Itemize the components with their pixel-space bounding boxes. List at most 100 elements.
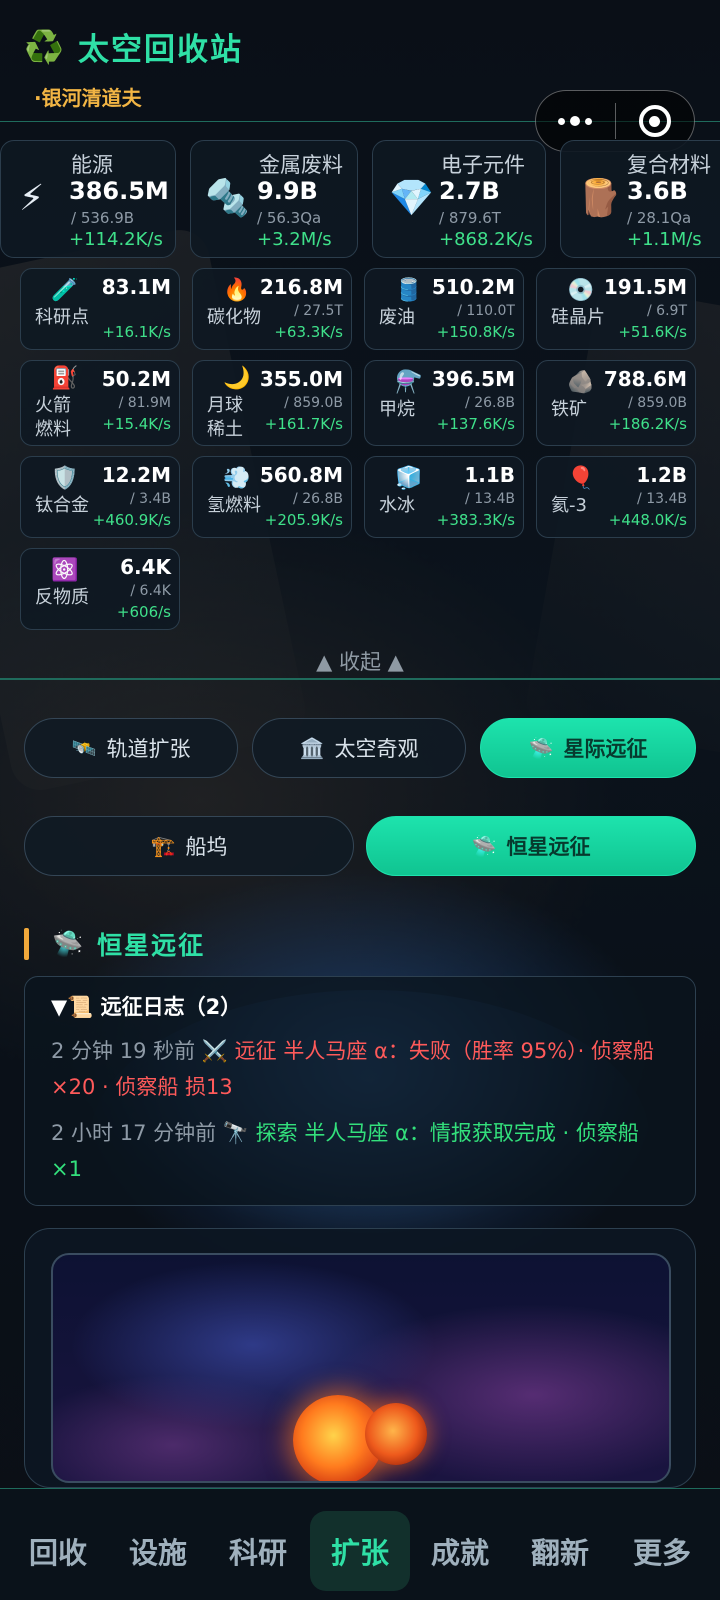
resource-amount: 560.8M	[259, 463, 343, 487]
resource-capacity: / 28.1Qa	[627, 209, 692, 227]
resource-rate: +114.2K/s	[69, 229, 163, 250]
tab-stellar-expedition[interactable]: 🛸 恒星远征	[366, 816, 696, 876]
expedition-stage-panel	[24, 1228, 696, 1488]
resource-rate: +15.4K/s	[102, 415, 171, 433]
resource-card-composite: 🪵 复合材料 3.6B / 28.1Qa +1.1M/s	[560, 140, 720, 258]
tab-interstellar-expedition[interactable]: 🛸 星际远征	[480, 718, 696, 778]
tab-orbit-expansion[interactable]: 🛰️ 轨道扩张	[24, 718, 238, 778]
resource-card-carbide: 🔥 碳化物 216.8M / 27.5T +63.3K/s	[192, 268, 352, 350]
resource-card-energy: ⚡ 能源 386.5M / 536.9B +114.2K/s	[0, 140, 176, 258]
resource-rate: +448.0K/s	[608, 511, 687, 529]
resource-name-line1: 火箭	[35, 395, 71, 416]
resource-amount: 788.6M	[603, 367, 687, 391]
ufo-icon: 🛸	[528, 736, 554, 760]
resource-card-waste-oil: 🛢️ 废油 510.2M / 110.0T +150.8K/s	[364, 268, 524, 350]
nav-more[interactable]: 更多	[612, 1511, 712, 1591]
more-dots-icon	[558, 117, 566, 125]
resource-capacity: / 6.9T	[647, 303, 687, 319]
more-dots-icon-center	[570, 116, 581, 126]
collapse-resources-button[interactable]: ▲ 收起 ▲	[0, 646, 720, 676]
wood-log-icon: 🪵	[577, 178, 622, 219]
balloon-icon: 🎈	[567, 466, 595, 491]
nav-research[interactable]: 科研	[208, 1511, 308, 1591]
resource-amount: 1.1B	[464, 463, 515, 487]
resource-card-methane: ⚗️ 甲烷 396.5M / 26.8B +137.6K/s	[364, 360, 524, 446]
nav-facilities[interactable]: 设施	[108, 1511, 208, 1591]
resource-rate: +383.3K/s	[436, 511, 515, 529]
divider	[0, 678, 720, 680]
resource-capacity: / 110.0T	[457, 303, 515, 319]
binary-star-image	[51, 1253, 671, 1483]
satellite-icon: 🛰️	[71, 736, 97, 760]
section-accent-bar	[24, 928, 29, 960]
ufo-icon: 🛸	[52, 929, 86, 958]
nav-achievements[interactable]: 成就	[410, 1511, 510, 1591]
resource-amount: 1.2B	[636, 463, 687, 487]
resource-card-antimatter: ⚛️ 反物质 6.4K / 6.4K +606/s	[20, 548, 180, 630]
more-dots-icon-right	[585, 117, 593, 125]
resource-amount: 2.7B	[439, 177, 500, 205]
resource-rate: +3.2M/s	[257, 229, 332, 250]
tab-label: 轨道扩张	[106, 737, 191, 761]
fuel-pump-icon: ⛽	[51, 366, 79, 391]
star-secondary	[365, 1403, 427, 1465]
resource-card-iron-ore: 🪨 铁矿 788.6M / 859.0B +186.2K/s	[536, 360, 696, 446]
resource-card-lunar-rare-earth: 🌙 月球 稀土 355.0M / 859.0B +161.7K/s	[192, 360, 352, 446]
resource-rate: +606/s	[116, 603, 171, 621]
shield-icon: 🛡️	[51, 466, 79, 491]
moon-icon: 🌙	[223, 366, 251, 391]
tab-shipyard[interactable]: 🏗️ 船坞	[24, 816, 354, 876]
resource-name: 氦-3	[551, 495, 587, 516]
resource-amount: 216.8M	[259, 275, 343, 299]
resource-rate: +63.3K/s	[274, 323, 343, 341]
resource-capacity: / 6.4K	[130, 583, 171, 599]
resource-card-silicon: 💿 硅晶片 191.5M / 6.9T +51.6K/s	[536, 268, 696, 350]
wind-icon: 💨	[223, 466, 251, 491]
resource-card-titanium: 🛡️ 钛合金 12.2M / 3.4B +460.9K/s	[20, 456, 180, 538]
resource-name-line2: 稀土	[207, 419, 243, 440]
resource-capacity: / 26.8B	[465, 395, 515, 411]
resource-capacity: / 879.6T	[439, 209, 501, 227]
resource-name: 水冰	[379, 495, 415, 516]
resource-capacity: / 859.0B	[284, 395, 343, 411]
resource-name: 铁矿	[551, 399, 587, 420]
resource-name: 反物质	[35, 587, 89, 608]
resource-amount: 50.2M	[101, 367, 171, 391]
log-entry: 2 小时 17 分钟前 🔭 探索 半人马座 α：情报获取完成 · 侦察船×1	[51, 1115, 669, 1187]
resource-name: 碳化物	[207, 307, 261, 328]
bolt-icon: 🔩	[205, 178, 250, 219]
nav-renovate[interactable]: 翻新	[510, 1511, 610, 1591]
resource-name: 废油	[379, 307, 415, 328]
resource-capacity: / 536.9B	[71, 209, 135, 227]
resource-capacity: / 26.8B	[293, 491, 343, 507]
fire-icon: 🔥	[223, 278, 251, 303]
resource-amount: 12.2M	[101, 463, 171, 487]
resource-rate: +460.9K/s	[92, 511, 171, 529]
tab-space-wonders[interactable]: 🏛️ 太空奇观	[252, 718, 466, 778]
resource-name: 能源	[71, 153, 113, 177]
nav-expansion[interactable]: 扩张	[310, 1511, 410, 1591]
resource-name: 氢燃料	[207, 495, 261, 516]
target-circle-icon	[638, 105, 671, 137]
resource-amount: 191.5M	[603, 275, 687, 299]
expedition-log-toggle[interactable]: ▼📜 远征日志（2）	[51, 991, 669, 1021]
rock-icon: 🪨	[567, 370, 595, 395]
resource-capacity: / 3.4B	[129, 491, 171, 507]
resource-amount: 386.5M	[69, 177, 169, 205]
resource-amount: 83.1M	[101, 275, 171, 299]
resource-capacity: / 859.0B	[628, 395, 687, 411]
log-time: 2 分钟 19 秒前	[51, 1039, 196, 1063]
resource-capacity: / 13.4B	[465, 491, 515, 507]
resource-capacity: / 27.5T	[294, 303, 343, 319]
resource-name: 金属废料	[259, 153, 343, 177]
crane-icon: 🏗️	[150, 834, 176, 858]
resource-amount: 6.4K	[120, 555, 171, 579]
resource-amount: 355.0M	[259, 367, 343, 391]
nav-recycle[interactable]: 回收	[8, 1511, 108, 1591]
tab-label: 船坞	[185, 835, 228, 859]
atom-icon: ⚛️	[51, 558, 79, 583]
oil-barrel-icon: 🛢️	[395, 278, 423, 303]
resource-amount: 510.2M	[431, 275, 515, 299]
section-title: 🛸 恒星远征	[52, 926, 205, 962]
resource-card-research: 🧪 科研点 83.1M +16.1K/s	[20, 268, 180, 350]
